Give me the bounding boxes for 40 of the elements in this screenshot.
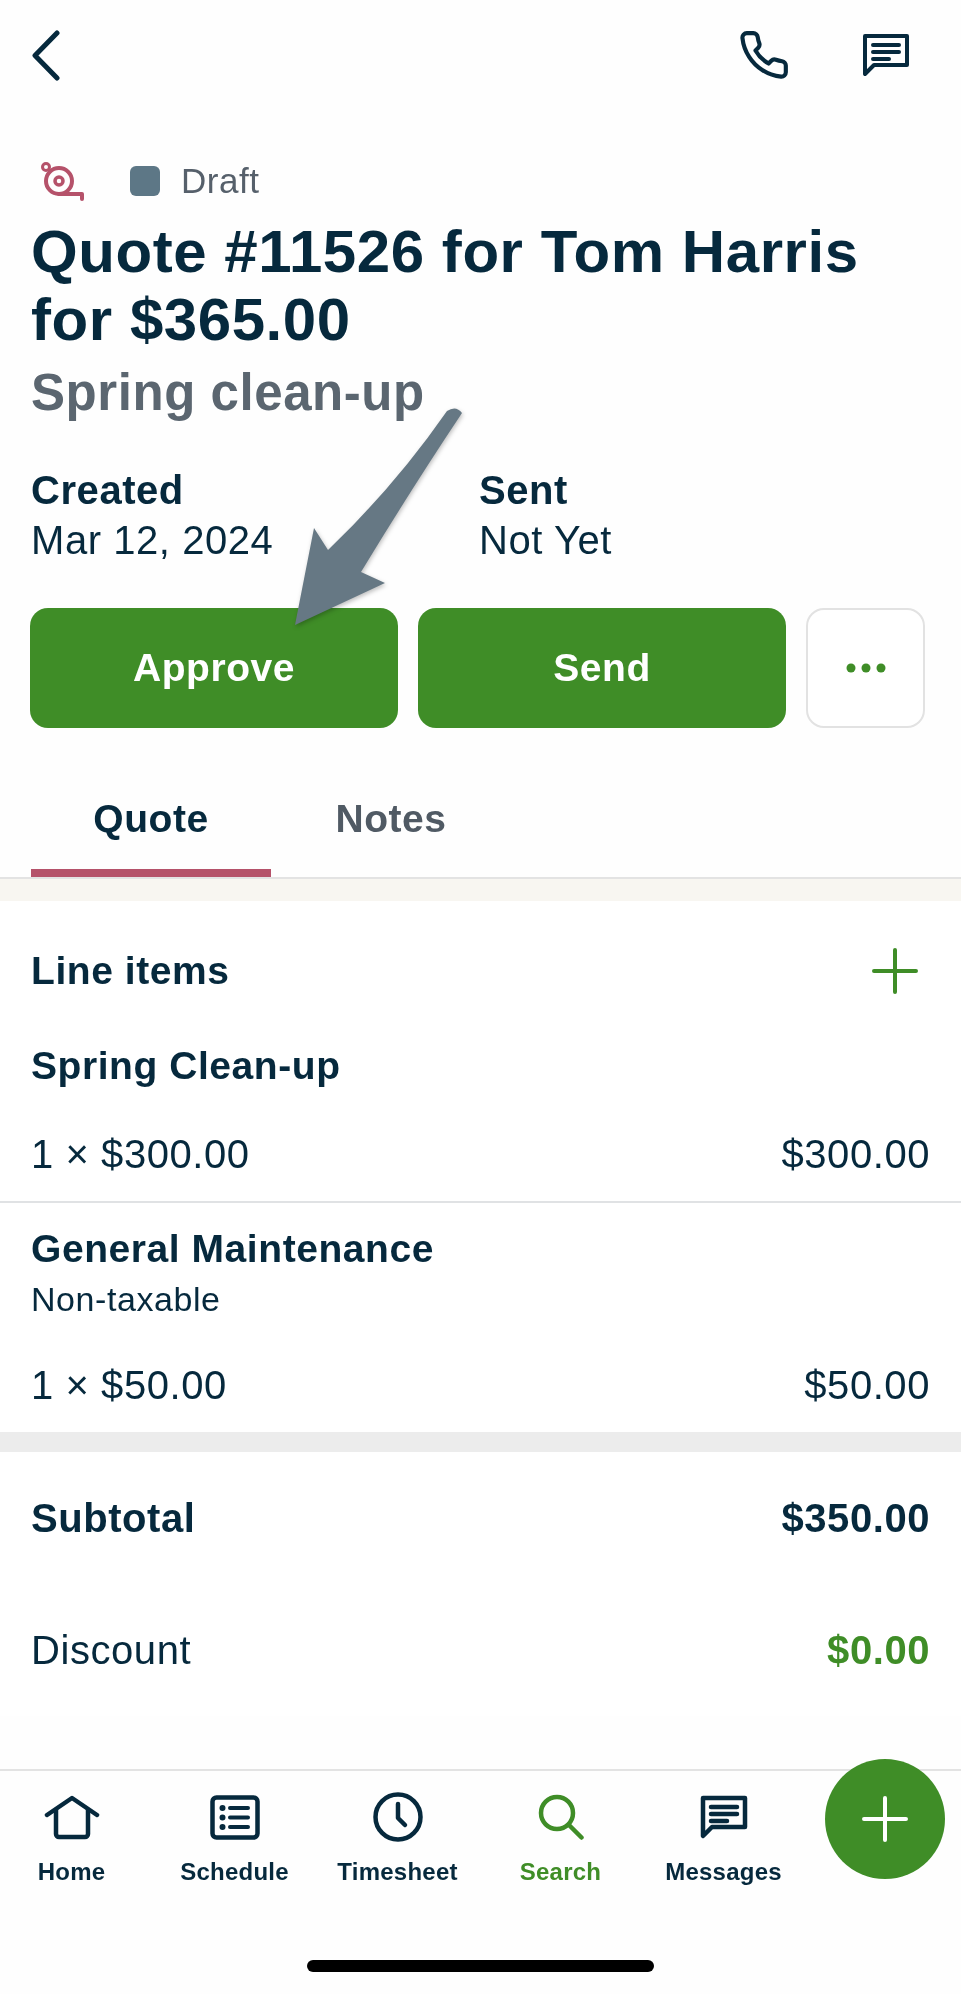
line-item-name: General Maintenance <box>31 1226 434 1272</box>
line-item-quantity: 1 × $300.00 <box>31 1131 250 1178</box>
nav-tab[interactable]: Home <box>0 1791 153 1887</box>
list-icon <box>209 1794 260 1840</box>
total-value: $0.00 <box>827 1627 930 1673</box>
plus-icon <box>862 1796 908 1842</box>
nav-tab[interactable]: Search <box>479 1791 642 1887</box>
back-icon[interactable] <box>31 29 61 81</box>
search-icon <box>537 1794 584 1840</box>
nav-tab[interactable]: Timesheet <box>316 1791 479 1887</box>
plus-icon[interactable] <box>872 948 918 994</box>
tape-measure-icon <box>38 160 86 202</box>
home-icon <box>43 1794 100 1840</box>
detail-value: Not Yet <box>479 517 612 564</box>
job-title: Spring clean-up <box>31 364 425 422</box>
chat-icon[interactable] <box>861 32 911 78</box>
nav-tab[interactable]: Schedule <box>153 1791 316 1887</box>
section-title: Line items <box>31 949 230 993</box>
action-button[interactable]: Send <box>418 608 786 728</box>
line-item-quantity: 1 × $50.00 <box>31 1362 227 1409</box>
line-item-note: Non-taxable <box>31 1279 221 1320</box>
detail-value: Mar 12, 2024 <box>31 517 274 564</box>
nav-tab[interactable]: Messages <box>642 1791 805 1887</box>
chat-icon <box>698 1794 749 1840</box>
total-label: Discount <box>31 1627 192 1673</box>
line-item-name: Spring Clean-up <box>31 1043 341 1089</box>
phone-icon[interactable] <box>740 31 788 79</box>
more-icon <box>845 663 886 673</box>
action-button[interactable]: Approve <box>30 608 398 728</box>
status-square-icon <box>130 166 160 196</box>
total-label: Subtotal <box>31 1495 196 1541</box>
line-item-total: $50.00 <box>804 1362 930 1409</box>
quote-title: Quote #11526 for Tom Harris for $365.00 <box>31 218 860 354</box>
tab[interactable]: Notes <box>271 768 511 877</box>
clock-icon <box>372 1792 423 1842</box>
total-value: $350.00 <box>781 1495 930 1541</box>
status-label: Draft <box>181 160 260 202</box>
detail-label: Sent <box>479 467 568 514</box>
line-item-total: $300.00 <box>781 1131 930 1178</box>
detail-label: Created <box>31 467 184 514</box>
